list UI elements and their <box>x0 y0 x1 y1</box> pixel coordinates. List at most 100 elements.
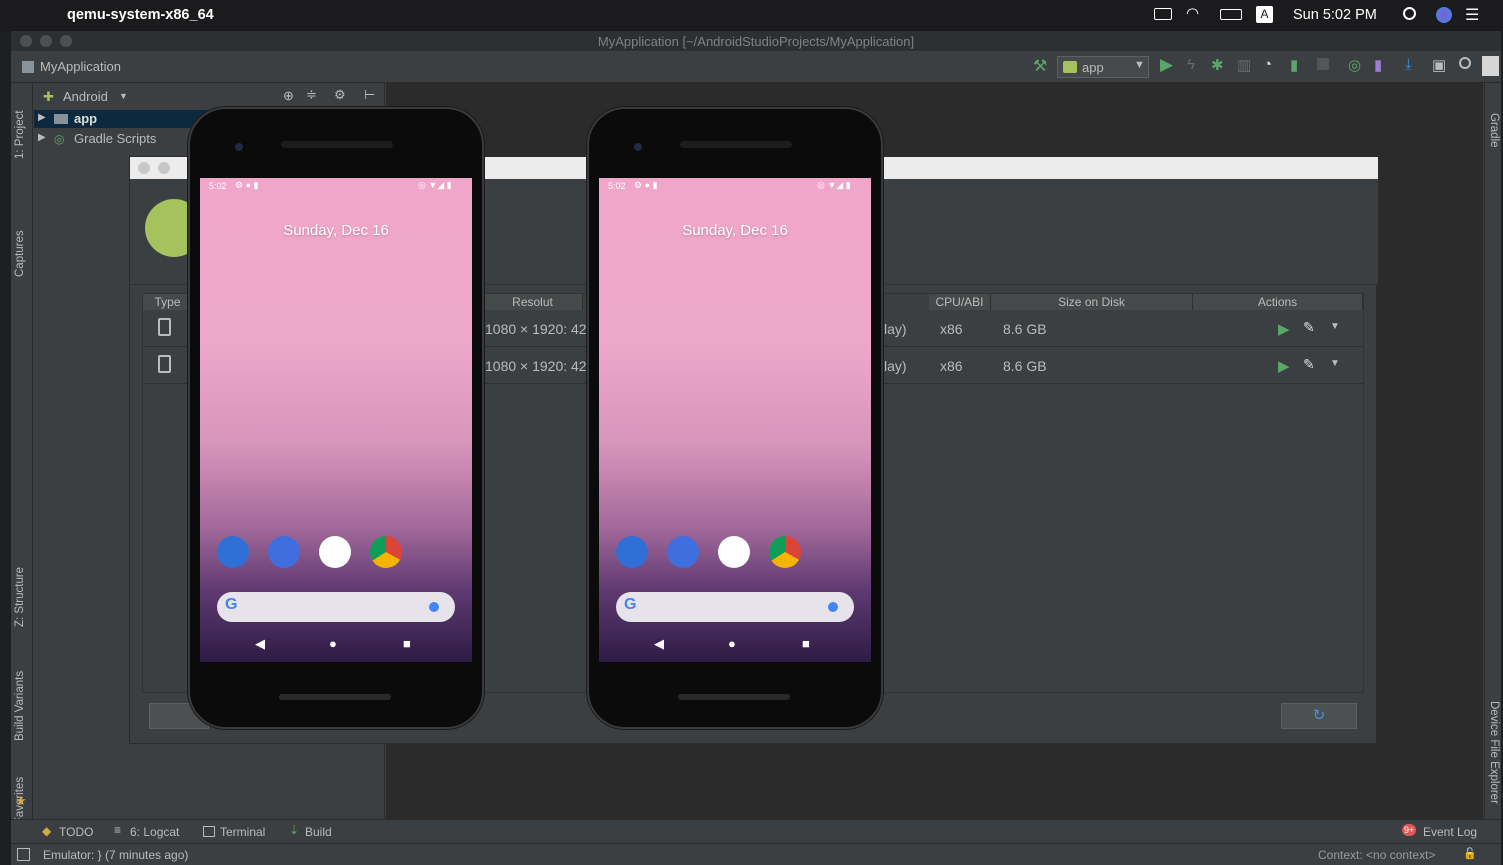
edit-avd-icon[interactable]: ✎ <box>1303 319 1315 336</box>
stop-icon[interactable] <box>1317 58 1329 70</box>
toggle-tool-windows-icon[interactable] <box>17 848 30 861</box>
status-message[interactable]: Emulator: } (7 minutes ago) <box>43 848 188 862</box>
messages-app-icon[interactable] <box>268 536 300 568</box>
messages-app-icon[interactable] <box>667 536 699 568</box>
run-config-select[interactable]: app ▼ <box>1057 56 1149 78</box>
google-search-bar[interactable]: G <box>217 592 455 622</box>
tool-tab-logcat[interactable]: 6: Logcat <box>130 825 179 839</box>
chevron-down-icon[interactable]: ▼ <box>1330 321 1340 332</box>
event-log-badge: 9+ <box>1402 824 1417 836</box>
home-icon[interactable]: ● <box>329 636 337 651</box>
tool-tab-device-file-explorer[interactable]: Device File Explorer <box>1488 701 1500 804</box>
tool-tab-event-log[interactable]: Event Log <box>1423 825 1477 839</box>
assistant-icon[interactable] <box>828 602 838 612</box>
column-header-size[interactable]: Size on Disk <box>991 294 1193 310</box>
column-header-resolution[interactable]: Resolut <box>483 294 583 310</box>
column-header-actions[interactable]: Actions <box>1193 294 1363 310</box>
chevron-down-icon[interactable]: ▼ <box>1330 358 1340 369</box>
dialog-close-button[interactable] <box>138 162 150 174</box>
breadcrumb[interactable]: MyApplication <box>40 59 121 74</box>
home-icon[interactable]: ● <box>728 636 736 651</box>
search-icon[interactable] <box>1459 57 1471 69</box>
avd-manager-icon[interactable]: ▮ <box>1374 56 1382 74</box>
sync-gradle-icon[interactable]: ◎ <box>1348 56 1361 74</box>
launch-avd-icon[interactable]: ▶ <box>1278 320 1290 338</box>
assistant-icon[interactable] <box>429 602 439 612</box>
tool-tab-build-variants[interactable]: Build Variants <box>14 671 26 741</box>
build-hammer-icon[interactable]: ⚒ <box>1033 56 1047 76</box>
airplay-icon[interactable] <box>1154 8 1172 20</box>
emulator-screen[interactable]: 5:02 ⚙ ● ▮ ◎ ▼◢ ▮ Sunday, Dec 16 G ◀ ● ■ <box>200 178 472 662</box>
phone-app-icon[interactable] <box>217 536 249 568</box>
todo-icon: ◆ <box>42 824 52 838</box>
logcat-icon: ≡ <box>114 823 122 837</box>
earpiece <box>680 141 792 148</box>
front-camera <box>634 143 642 151</box>
dialog-minimize-button[interactable] <box>158 162 170 174</box>
siri-icon[interactable] <box>1436 7 1452 23</box>
api-cell: lay) <box>884 358 907 374</box>
gear-icon[interactable]: ⚙ <box>334 87 346 103</box>
tool-tab-structure[interactable]: Z: Structure <box>14 567 26 627</box>
bottom-tool-window-bar: ◆ TODO ≡ 6: Logcat Terminal ⇣ Build 9+ E… <box>11 819 1501 843</box>
context-indicator[interactable]: Context: <no context> <box>1318 848 1435 862</box>
recents-icon[interactable]: ■ <box>802 636 810 651</box>
back-icon[interactable]: ◀ <box>255 636 265 652</box>
tool-tab-terminal[interactable]: Terminal <box>220 825 265 839</box>
lock-icon[interactable]: 🔓 <box>1463 847 1477 860</box>
apply-changes-icon[interactable]: ϟ <box>1187 56 1195 73</box>
project-view-selector[interactable]: Android <box>63 89 108 104</box>
active-app-name[interactable]: qemu-system-x86_64 <box>67 7 214 23</box>
status-time: 5:02 <box>608 181 626 191</box>
recents-icon[interactable]: ■ <box>403 636 411 651</box>
chrome-icon[interactable] <box>769 536 801 568</box>
project-structure-icon[interactable]: ▣ <box>1432 56 1446 74</box>
collapse-all-icon[interactable]: ≑ <box>306 87 317 103</box>
battery-icon[interactable] <box>1220 9 1242 20</box>
run-config-label: app <box>1082 60 1104 75</box>
expand-arrow-icon: ▶ <box>38 112 46 123</box>
column-header-cpu[interactable]: CPU/ABI <box>929 294 991 310</box>
tree-item-app[interactable]: ▶ app <box>34 110 214 128</box>
profile-icon[interactable]: ◔ <box>1263 56 1272 73</box>
refresh-button[interactable]: ↻ <box>1281 703 1357 729</box>
emulator-screen[interactable]: 5:02 ⚙ ● ▮ ◎ ▼◢ ▮ Sunday, Dec 16 G ◀ ● ■ <box>599 178 871 662</box>
lockscreen-date[interactable]: Sunday, Dec 16 <box>599 222 871 239</box>
column-header-type[interactable]: Type <box>143 294 193 310</box>
wifi-icon[interactable]: ◠ <box>1186 4 1199 22</box>
locate-icon[interactable]: ⊕ <box>283 88 294 104</box>
chrome-icon[interactable] <box>370 536 402 568</box>
back-icon[interactable]: ◀ <box>654 636 664 652</box>
menubar-clock[interactable]: Sun 5:02 PM <box>1293 7 1377 23</box>
play-store-icon[interactable] <box>319 536 351 568</box>
status-time: 5:02 <box>209 181 227 191</box>
tool-tab-project[interactable]: 1: Project <box>14 110 26 159</box>
tool-tab-build[interactable]: Build <box>305 825 332 839</box>
edit-avd-icon[interactable]: ✎ <box>1303 356 1315 373</box>
tool-tab-gradle[interactable]: Gradle <box>1488 113 1500 148</box>
play-store-icon[interactable] <box>718 536 750 568</box>
avatar[interactable] <box>1482 56 1499 76</box>
tool-tab-todo[interactable]: TODO <box>59 825 93 839</box>
gradle-icon: ◎ <box>54 132 65 146</box>
lockscreen-date[interactable]: Sunday, Dec 16 <box>200 222 472 239</box>
coverage-icon[interactable]: ▥ <box>1237 56 1251 74</box>
google-search-bar[interactable]: G <box>616 592 854 622</box>
bottom-speaker <box>279 694 391 700</box>
tree-item-gradle-scripts[interactable]: ▶ ◎ Gradle Scripts <box>34 130 214 148</box>
sdk-manager-icon[interactable]: ⤓ <box>1405 56 1412 73</box>
debug-icon[interactable]: ✱ <box>1211 56 1224 74</box>
emulator-window-1[interactable]: 5:02 ⚙ ● ▮ ◎ ▼◢ ▮ Sunday, Dec 16 G ◀ ● ■ <box>188 107 484 729</box>
right-tool-window-bar: Gradle Device File Explorer <box>1484 83 1501 819</box>
hide-panel-icon[interactable]: ⊢ <box>364 87 375 103</box>
tool-tab-captures[interactable]: Captures <box>14 230 26 277</box>
notification-center-icon[interactable]: ☰ <box>1465 5 1479 25</box>
run-icon[interactable]: ▶ <box>1160 55 1173 75</box>
input-source-icon[interactable]: A <box>1256 6 1273 23</box>
emulator-window-2[interactable]: 5:02 ⚙ ● ▮ ◎ ▼◢ ▮ Sunday, Dec 16 G ◀ ● ■ <box>587 107 883 729</box>
launch-avd-icon[interactable]: ▶ <box>1278 357 1290 375</box>
attach-debugger-icon[interactable]: ▮ <box>1290 56 1298 74</box>
spotlight-icon[interactable] <box>1403 7 1416 20</box>
phone-app-icon[interactable] <box>616 536 648 568</box>
android-status-bar: 5:02 ⚙ ● ▮ ◎ ▼◢ ▮ <box>200 178 472 194</box>
